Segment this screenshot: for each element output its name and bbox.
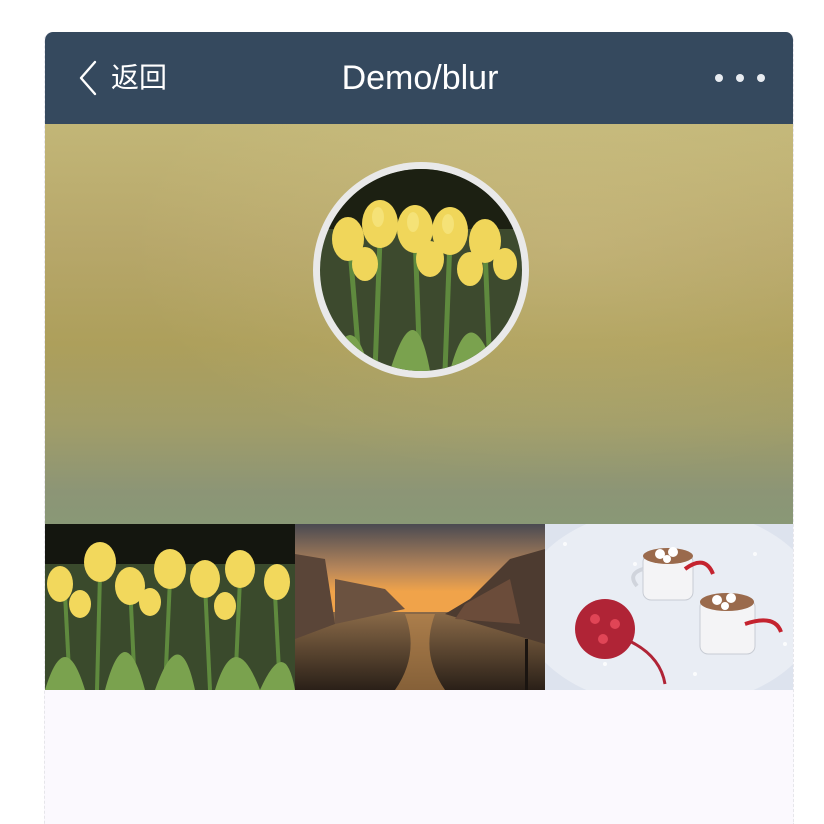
tulips-image xyxy=(45,524,295,690)
page-title: Demo/blur xyxy=(341,59,499,97)
hot-cocoa-image xyxy=(545,524,793,690)
navbar: 返回 Demo/blur xyxy=(45,32,793,124)
image-gallery xyxy=(45,524,793,690)
gallery-image-tulips[interactable] xyxy=(45,524,295,690)
more-dots-icon[interactable] xyxy=(715,68,765,88)
tulips-image xyxy=(320,169,522,371)
avatar[interactable] xyxy=(313,162,529,378)
app-frame: 返回 Demo/blur xyxy=(44,32,794,824)
gallery-image-hot-cocoa-winter[interactable] xyxy=(545,524,793,690)
dot xyxy=(715,74,723,82)
dot xyxy=(736,74,744,82)
dot xyxy=(757,74,765,82)
gallery-image-canal-sunset[interactable] xyxy=(295,524,545,690)
blurred-header-background xyxy=(45,124,793,524)
canal-sunset-image xyxy=(295,524,545,690)
